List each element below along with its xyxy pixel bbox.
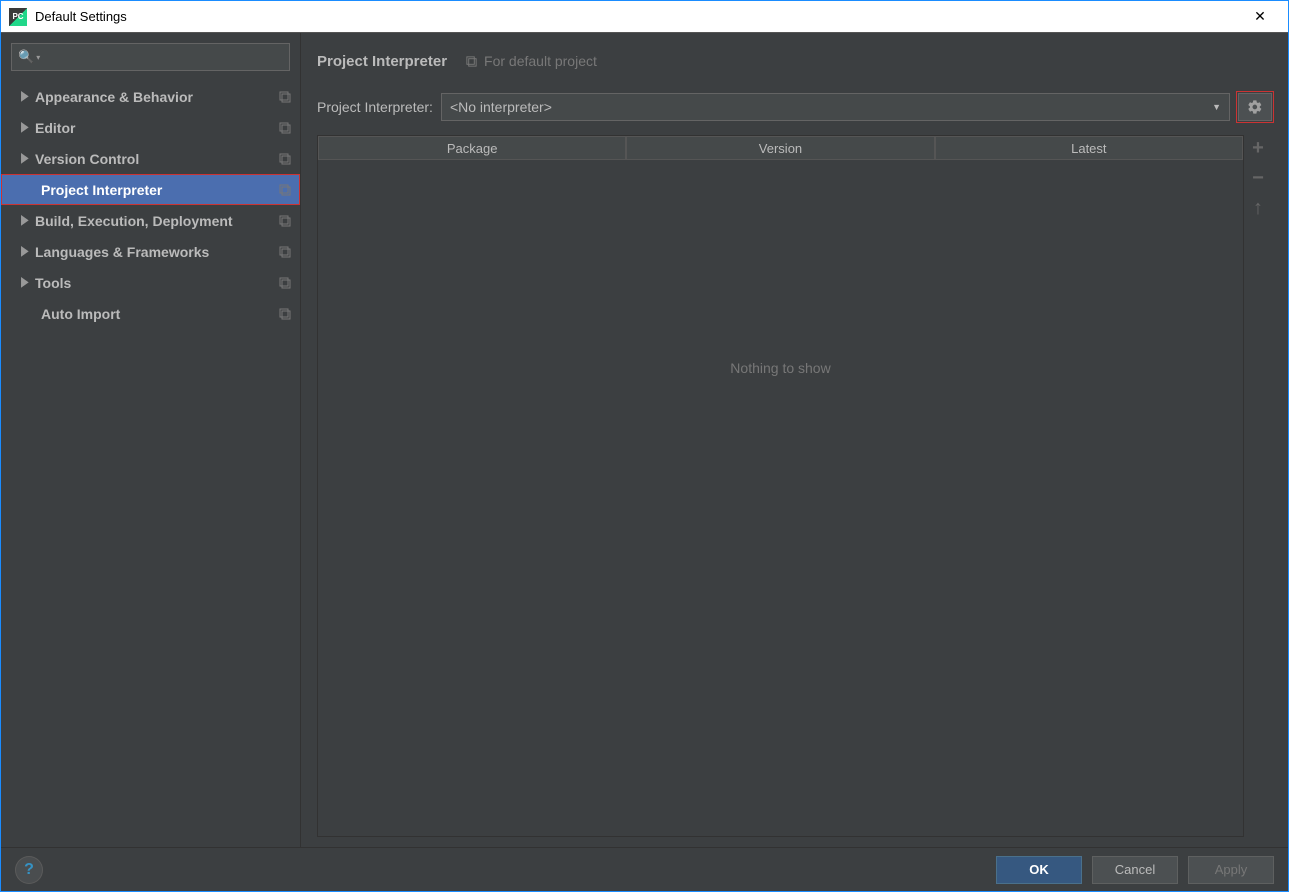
column-header-version[interactable]: Version <box>626 136 934 160</box>
sidebar-item-version-control[interactable]: ▶ Version Control <box>1 143 300 174</box>
sidebar-item-label: Tools <box>35 275 278 291</box>
app-icon: PC <box>9 8 27 26</box>
sidebar-item-label: Editor <box>35 120 278 136</box>
window-title: Default Settings <box>35 9 1240 24</box>
breadcrumb: Project Interpreter For default project <box>317 47 1272 75</box>
chevron-right-icon: ▶ <box>21 275 35 290</box>
titlebar: PC Default Settings ✕ <box>1 1 1288 33</box>
chevron-down-icon: ▾ <box>36 53 40 62</box>
interpreter-settings-button[interactable] <box>1238 93 1272 121</box>
sidebar-item-project-interpreter[interactable]: Project Interpreter <box>1 174 300 205</box>
sidebar: 🔍 ▾ ▶ Appearance & Behavior ▶ Editor ▶ V… <box>1 33 301 847</box>
dialog-footer: ? OK Cancel Apply <box>1 847 1288 891</box>
sidebar-item-label: Project Interpreter <box>41 182 278 198</box>
interpreter-dropdown[interactable]: <No interpreter> ▼ <box>441 93 1230 121</box>
chevron-right-icon: ▶ <box>21 120 35 135</box>
chevron-right-icon: ▶ <box>21 89 35 104</box>
chevron-right-icon: ▶ <box>21 244 35 259</box>
copy-icon <box>278 183 292 197</box>
copy-icon <box>465 55 478 68</box>
chevron-down-icon: ▼ <box>1212 102 1221 112</box>
table-header: Package Version Latest <box>318 136 1243 160</box>
sidebar-item-appearance[interactable]: ▶ Appearance & Behavior <box>1 81 300 112</box>
apply-button[interactable]: Apply <box>1188 856 1274 884</box>
help-button[interactable]: ? <box>15 856 43 884</box>
search-input[interactable]: 🔍 ▾ <box>11 43 290 71</box>
content-panel: Project Interpreter For default project … <box>301 33 1288 847</box>
ok-button[interactable]: OK <box>996 856 1082 884</box>
remove-package-button[interactable]: − <box>1252 167 1264 189</box>
sidebar-item-label: Auto Import <box>41 306 278 322</box>
sidebar-item-label: Build, Execution, Deployment <box>35 213 278 229</box>
sidebar-item-label: Version Control <box>35 151 278 167</box>
copy-icon <box>278 276 292 290</box>
interpreter-value: <No interpreter> <box>450 99 1212 115</box>
package-actions: + − ↑ <box>1244 135 1272 837</box>
sidebar-item-auto-import[interactable]: Auto Import <box>1 298 300 329</box>
upgrade-package-button[interactable]: ↑ <box>1253 197 1263 219</box>
copy-icon <box>278 245 292 259</box>
sidebar-item-build[interactable]: ▶ Build, Execution, Deployment <box>1 205 300 236</box>
column-header-latest[interactable]: Latest <box>935 136 1243 160</box>
sidebar-item-label: Appearance & Behavior <box>35 89 278 105</box>
copy-icon <box>278 121 292 135</box>
table-empty-state: Nothing to show <box>318 160 1243 836</box>
copy-icon <box>278 90 292 104</box>
settings-tree: ▶ Appearance & Behavior ▶ Editor ▶ Versi… <box>1 77 300 329</box>
packages-table: Package Version Latest Nothing to show <box>317 135 1244 837</box>
interpreter-label: Project Interpreter: <box>317 99 433 115</box>
interpreter-row: Project Interpreter: <No interpreter> ▼ <box>317 93 1272 121</box>
chevron-right-icon: ▶ <box>21 151 35 166</box>
close-button[interactable]: ✕ <box>1240 2 1280 32</box>
copy-icon <box>278 214 292 228</box>
add-package-button[interactable]: + <box>1252 137 1264 159</box>
gear-icon <box>1247 99 1263 115</box>
cancel-button[interactable]: Cancel <box>1092 856 1178 884</box>
copy-icon <box>278 307 292 321</box>
chevron-right-icon: ▶ <box>21 213 35 228</box>
copy-icon <box>278 152 292 166</box>
search-icon: 🔍 <box>18 49 34 65</box>
breadcrumb-subtitle: For default project <box>465 53 597 69</box>
sidebar-item-languages[interactable]: ▶ Languages & Frameworks <box>1 236 300 267</box>
sidebar-item-editor[interactable]: ▶ Editor <box>1 112 300 143</box>
column-header-package[interactable]: Package <box>318 136 626 160</box>
page-title: Project Interpreter <box>317 53 447 70</box>
sidebar-item-label: Languages & Frameworks <box>35 244 278 260</box>
sidebar-item-tools[interactable]: ▶ Tools <box>1 267 300 298</box>
